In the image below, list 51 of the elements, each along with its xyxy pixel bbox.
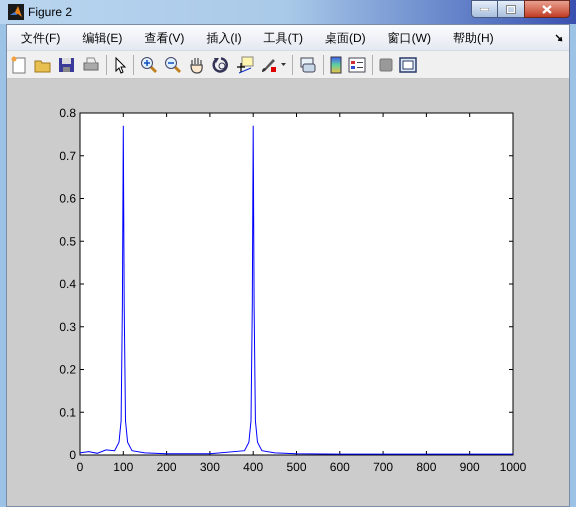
menu-item[interactable]: 插入(I) [199, 28, 249, 48]
app-logo-icon [8, 4, 24, 20]
restore-icon [506, 4, 516, 14]
x-tick-label: 200 [156, 460, 177, 474]
x-tick-label: 0 [76, 460, 84, 474]
y-tick-label: 0.7 [59, 148, 76, 163]
link-plot-icon[interactable] [299, 56, 317, 74]
pointer-icon[interactable] [113, 56, 127, 74]
minimize-button[interactable] [471, 0, 498, 18]
y-tick-label: 0.8 [59, 106, 76, 120]
legend-icon[interactable] [348, 56, 366, 74]
window-title: Figure 2 [28, 4, 72, 21]
close-button[interactable] [524, 0, 570, 18]
maximize-button[interactable] [498, 0, 524, 18]
dock-arrow-icon[interactable] [555, 34, 563, 42]
y-tick-label: 0.6 [59, 192, 76, 206]
zoom-out-icon[interactable] [164, 56, 182, 74]
x-tick-label: 100 [113, 460, 134, 474]
y-tick-label: 0.5 [59, 234, 76, 248]
menu-item[interactable]: 窗口(W) [380, 28, 438, 48]
menu-item[interactable]: 文件(F) [14, 28, 68, 48]
data-cursor-icon[interactable] [236, 56, 254, 74]
minimize-icon [480, 8, 489, 10]
rotate-icon[interactable] [212, 56, 230, 74]
y-tick-label: 0.3 [59, 320, 76, 334]
x-tick-label: 1000 [500, 460, 526, 474]
hide-plot-tools-icon[interactable] [379, 56, 393, 74]
save-icon[interactable] [58, 56, 76, 74]
x-tick-label: 900 [460, 460, 480, 474]
new-file-icon[interactable] [10, 56, 28, 74]
x-tick-label: 400 [243, 460, 264, 474]
y-tick-label: 0 [69, 448, 76, 462]
colorbar-icon[interactable] [330, 56, 342, 74]
x-tick-label: 800 [416, 460, 436, 474]
close-icon [542, 4, 552, 14]
x-tick-label: 500 [286, 460, 307, 474]
zoom-in-icon[interactable] [140, 56, 158, 74]
dropdown-caret-icon[interactable] [281, 63, 286, 66]
y-tick-label: 0.1 [59, 405, 76, 420]
menu-item[interactable]: 桌面(D) [318, 28, 373, 48]
show-plot-tools-icon[interactable] [399, 56, 417, 74]
print-icon[interactable] [82, 56, 100, 74]
x-tick-label: 700 [373, 460, 394, 474]
menu-item[interactable]: 编辑(E) [75, 28, 130, 48]
x-tick-label: 300 [200, 460, 220, 474]
menu-item[interactable]: 工具(T) [256, 28, 310, 48]
x-tick-label: 600 [330, 460, 350, 474]
menu-item[interactable]: 帮助(H) [446, 28, 501, 48]
menu-item[interactable]: 查看(V) [137, 28, 192, 48]
y-tick-label: 0.2 [59, 362, 76, 376]
y-tick-label: 0.4 [59, 277, 76, 291]
